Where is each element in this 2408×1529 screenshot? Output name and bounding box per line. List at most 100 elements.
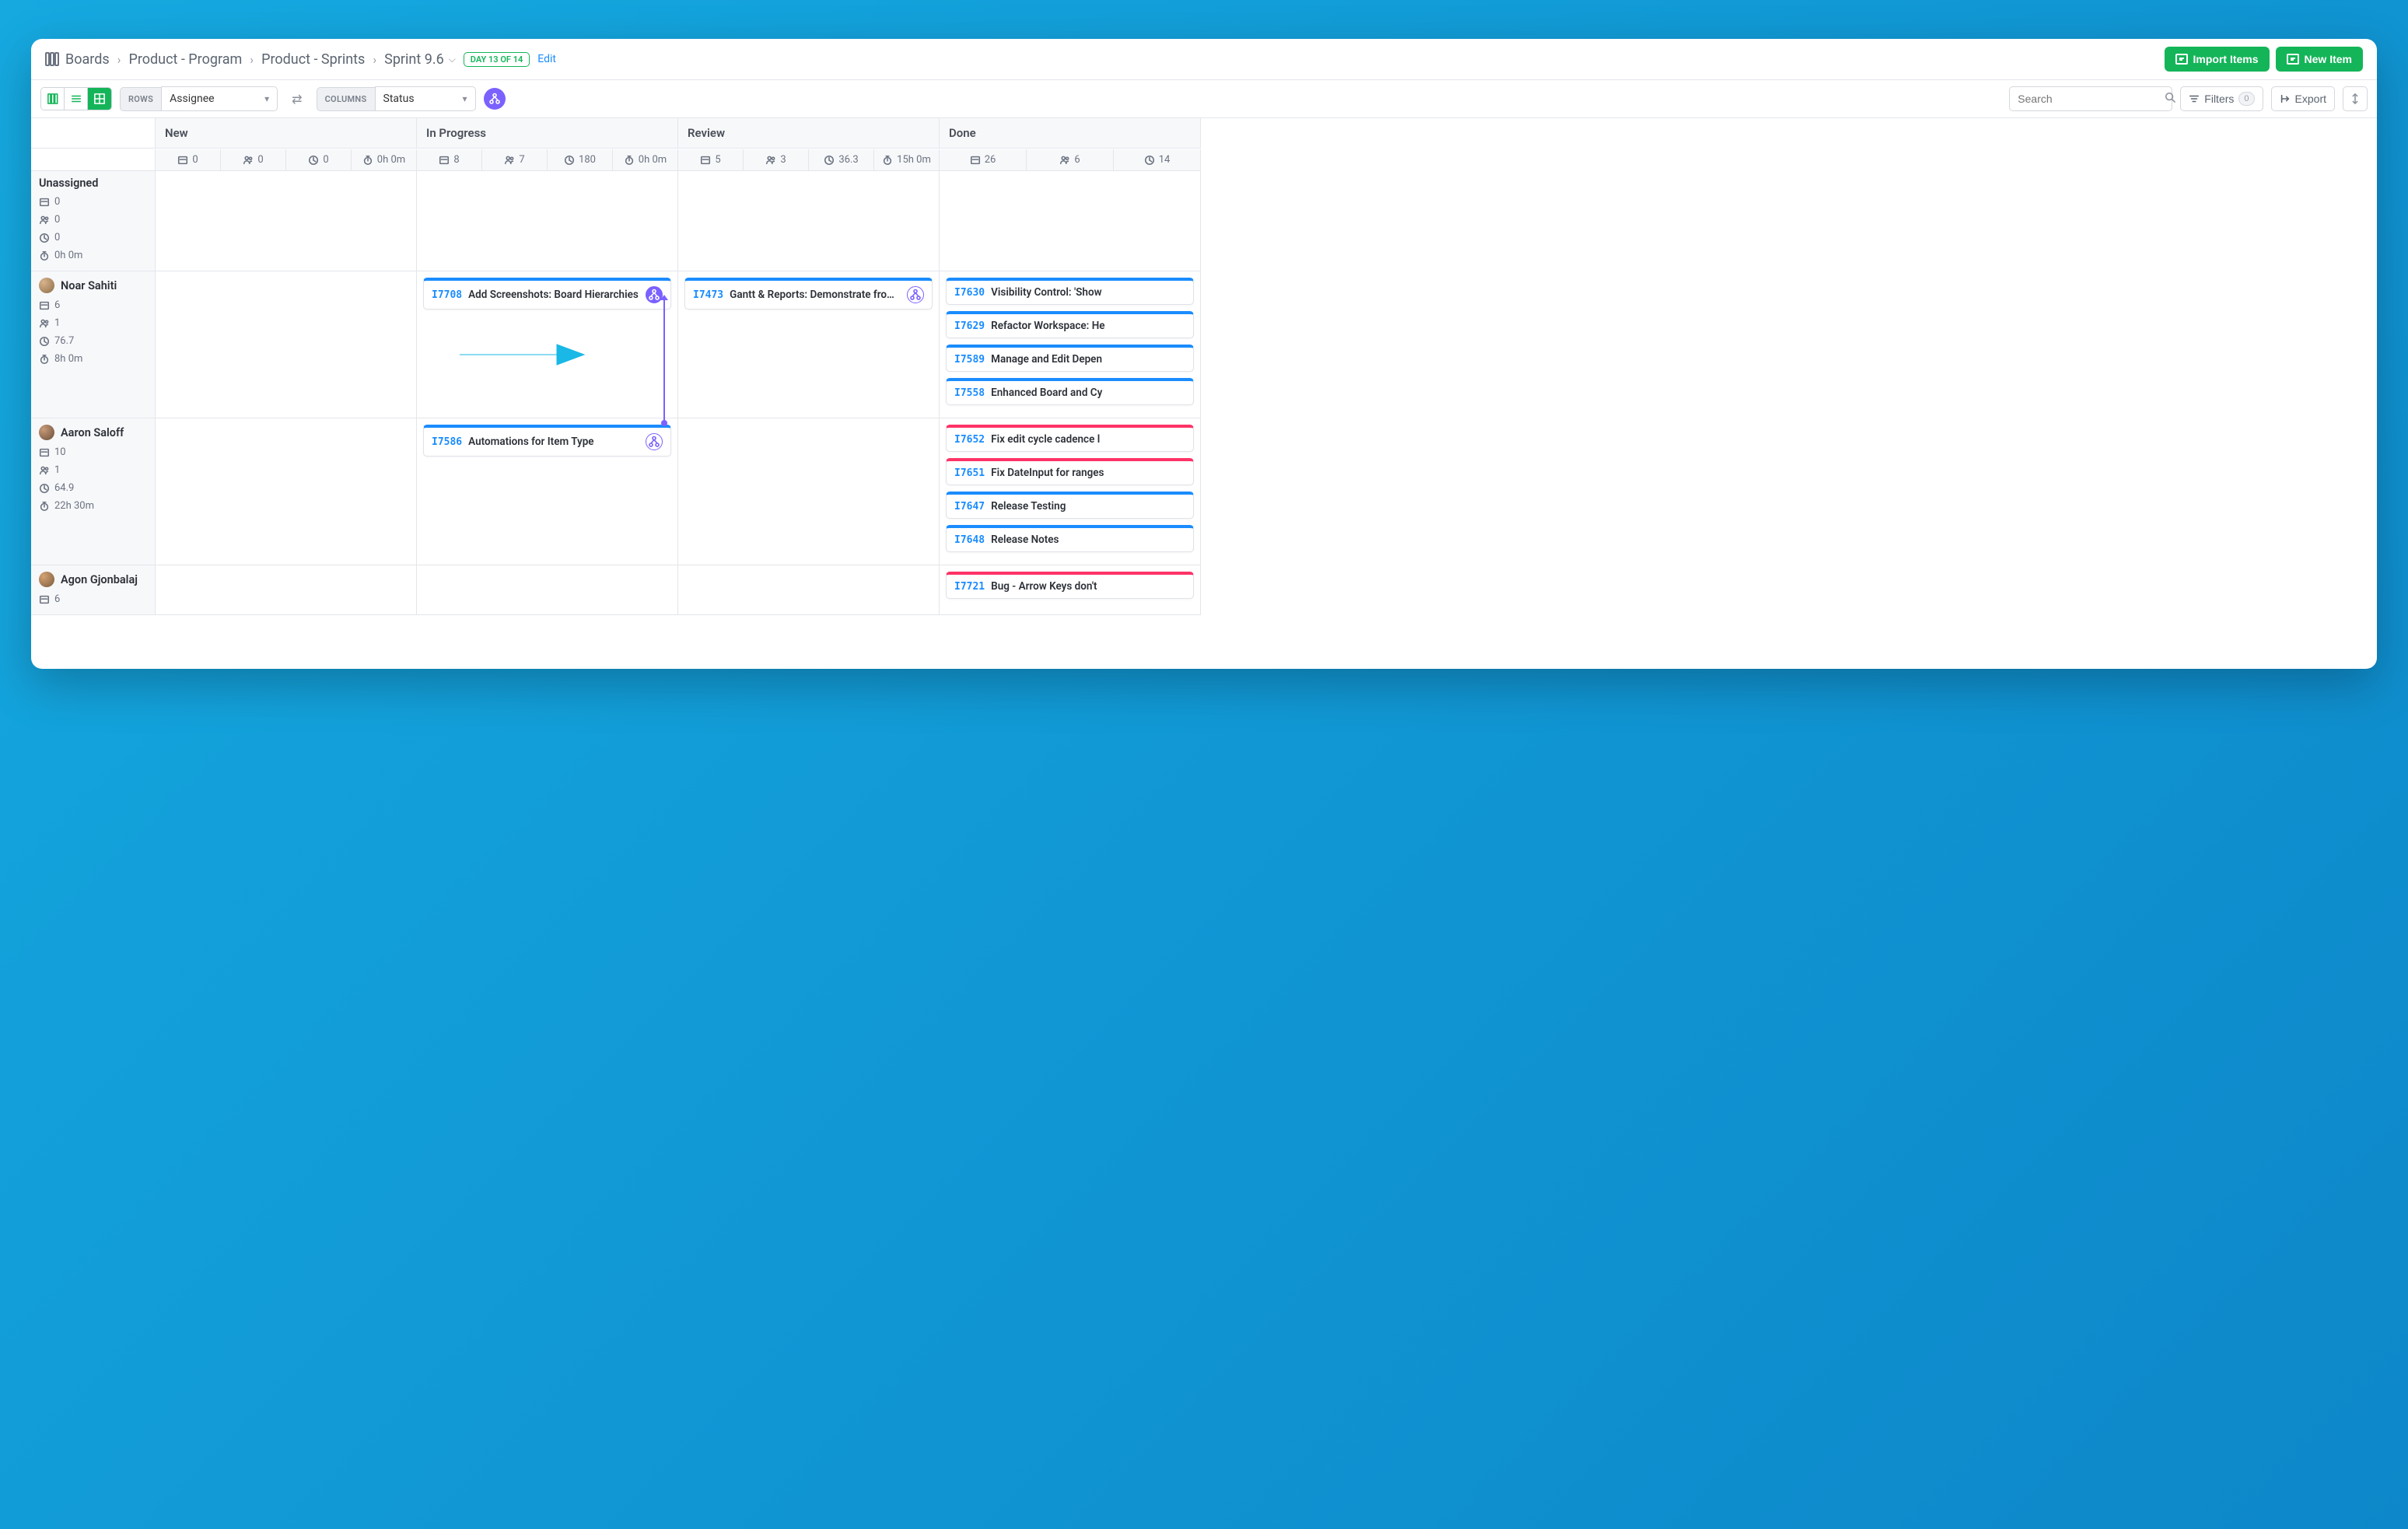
column-header[interactable]: In Progress [417,118,678,149]
board-card[interactable]: I7652 Fix edit cycle cadence l [946,425,1194,452]
view-kanban[interactable] [41,88,65,110]
board-cell[interactable] [940,170,1201,271]
board-cell[interactable]: I7630Visibility Control: 'Show I7629Refac… [940,271,1201,418]
board-card[interactable]: I7558Enhanced Board and Cy [946,378,1194,405]
card-id: I7473 [693,289,723,301]
swap-axes-button[interactable]: ⇄ [285,92,308,107]
view-switcher [40,87,112,110]
row-stat-points: 64.9 [39,479,147,497]
filters-label: Filters [2204,93,2234,105]
board-cell[interactable]: I7721Bug - Arrow Keys don't [940,565,1201,615]
view-list[interactable] [65,88,88,110]
board-cell[interactable]: I7586Automations for Item Type [417,418,678,565]
card-title: Automations for Item Type [468,436,639,448]
column-header[interactable]: Done [940,118,1201,149]
export-button[interactable]: Export [2271,86,2335,111]
board: NewIn ProgressReviewDone0000h 0m871800h … [31,118,2377,669]
avatar [39,278,54,293]
row-assignee[interactable]: Noar Sahiti [39,278,147,293]
stat-people: 7 [482,149,548,170]
hierarchy-button[interactable] [484,88,506,110]
kanban-icon [47,93,58,104]
hierarchy-icon [488,93,501,105]
row-stat-items: 6 [39,296,147,314]
board-card[interactable]: I7647Release Testing [946,492,1194,519]
board-card[interactable]: I7648Release Notes [946,525,1194,552]
board-card[interactable]: I7651Fix DateInput for ranges [946,458,1194,485]
grid-icon [94,93,105,104]
columns-label: COLUMNS [317,87,375,111]
row-assignee[interactable]: Aaron Saloff [39,425,147,440]
breadcrumb-current-label: Sprint 9.6 [384,51,444,68]
import-items-button[interactable]: Import Items [2165,47,2270,72]
board-card[interactable]: I7629Refactor Workspace: He [946,311,1194,338]
callout-arrow [456,337,588,376]
row-header: Agon Gjonbalaj6 [31,565,156,615]
board-cell[interactable] [678,565,940,615]
board-cell[interactable] [678,418,940,565]
expand-icon [2350,93,2361,104]
board-card[interactable]: I7708Add Screenshots: Board Hierarchies [423,278,671,310]
row-stat-time: 8h 0m [39,350,147,368]
rows-select[interactable]: Assignee [161,86,278,111]
board-cell[interactable]: I7473 Gantt & Reports: Demonstrate from o… [678,271,940,418]
hierarchy-node-icon[interactable] [646,433,663,450]
filters-button[interactable]: Filters 0 [2180,86,2263,111]
export-label: Export [2295,93,2326,105]
breadcrumb-level1[interactable]: Product - Program [128,51,242,68]
column-stats: 0000h 0m [156,149,417,171]
column-header[interactable]: Review [678,118,940,149]
toolbar: ROWS Assignee ⇄ COLUMNS Status [31,80,2377,118]
new-item-button[interactable]: New Item [2276,47,2363,72]
breadcrumb-root[interactable]: Boards [45,51,110,68]
card-title: Gantt & Reports: Demonstrate from one… [730,289,901,301]
card-title: Enhanced Board and Cy [991,387,1185,399]
stat-points: 0 [286,149,352,170]
board-card[interactable]: I7473 Gantt & Reports: Demonstrate from o… [684,278,933,310]
row-assignee[interactable]: Agon Gjonbalaj [39,572,147,587]
board-cell[interactable]: I7652 Fix edit cycle cadence l I7651Fix Da… [940,418,1201,565]
board-cell[interactable] [678,170,940,271]
board-card[interactable]: I7586Automations for Item Type [423,425,671,457]
row-stat-people: 0 [39,211,147,229]
board-cell[interactable] [156,565,417,615]
board-card[interactable]: I7721Bug - Arrow Keys don't [946,572,1194,599]
board-cell[interactable] [156,418,417,565]
corner-cell [31,118,156,149]
board-cell[interactable]: I7708Add Screenshots: Board Hierarchies [417,271,678,418]
row-stat-points: 0 [39,229,147,247]
board-card[interactable]: I7589Manage and Edit Depen [946,345,1194,372]
breadcrumb-current[interactable]: Sprint 9.6 ⌵ [384,51,456,68]
board-cell[interactable] [417,565,678,615]
hierarchy-node-icon[interactable] [907,286,924,303]
board-scroll[interactable]: NewIn ProgressReviewDone0000h 0m871800h … [31,118,2377,669]
search-box[interactable] [2009,86,2172,111]
card-id: I7652 [954,434,985,446]
board-card[interactable]: I7630Visibility Control: 'Show [946,278,1194,305]
edit-link[interactable]: Edit [537,53,556,65]
board-cell[interactable] [417,170,678,271]
board-cell[interactable] [156,271,417,418]
view-grid[interactable] [88,88,111,110]
boards-icon [45,52,59,66]
card-title: Release Testing [991,500,1185,513]
list-icon [71,93,82,104]
stat-items: 5 [678,149,744,170]
columns-select[interactable]: Status [375,86,476,111]
row-stat-items: 0 [39,193,147,211]
stat-items: 26 [940,149,1027,170]
card-id: I7708 [432,289,462,301]
card-title: Fix DateInput for ranges [991,467,1185,479]
column-stats: 5336.315h 0m [678,149,940,171]
corner-stats [31,149,156,171]
expand-button[interactable] [2343,86,2368,111]
card-id: I7648 [954,534,985,546]
column-header[interactable]: New [156,118,417,149]
row-stat-time: 0h 0m [39,247,147,264]
card-title: Fix edit cycle cadence l [991,433,1185,446]
search-input[interactable] [2018,93,2158,105]
row-header: Unassigned0000h 0m [31,170,156,271]
board-cell[interactable] [156,170,417,271]
breadcrumb-level2[interactable]: Product - Sprints [261,51,365,68]
row-assignee[interactable]: Unassigned [39,177,147,190]
